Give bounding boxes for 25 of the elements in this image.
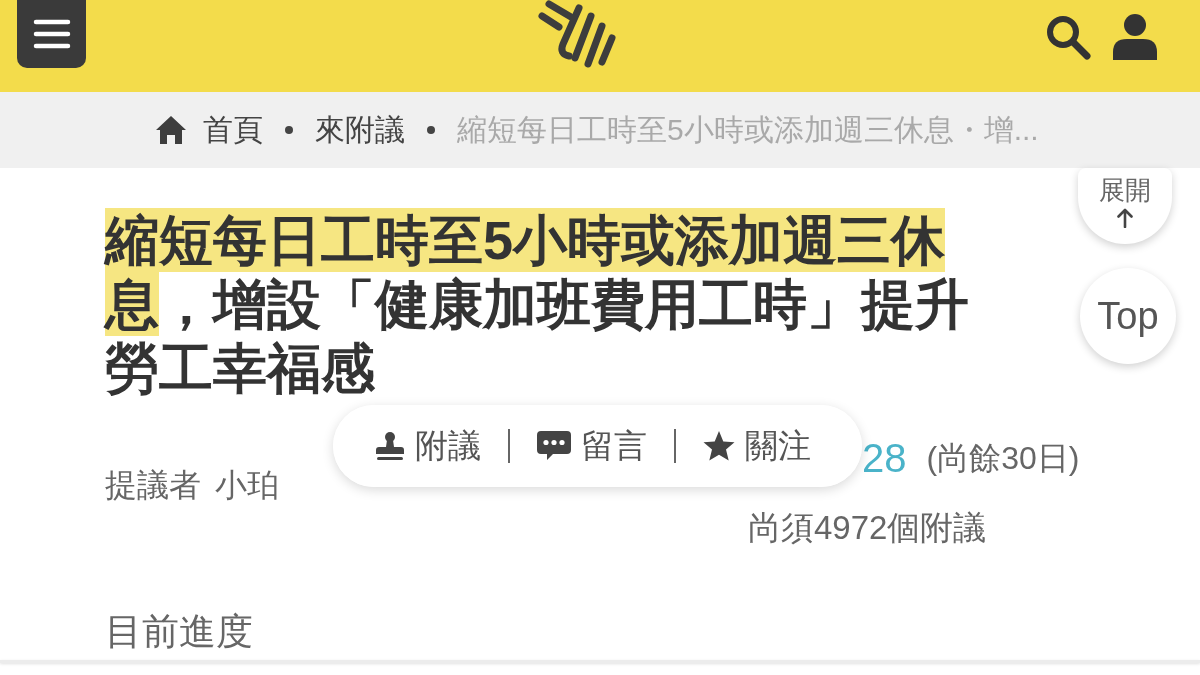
menu-icon	[32, 19, 71, 49]
user-button[interactable]	[1113, 14, 1157, 60]
proposer-name: 小珀	[215, 466, 279, 505]
star-icon	[703, 430, 735, 462]
stamp-icon	[375, 431, 405, 461]
endorsement-count: 28	[862, 435, 907, 482]
search-button[interactable]	[1045, 14, 1091, 60]
follow-button[interactable]: 關注	[703, 424, 811, 468]
progress-heading: 目前進度	[105, 610, 253, 654]
menu-button[interactable]	[17, 0, 86, 68]
breadcrumb-current: 縮短每日工時至5小時或添加週三休息・增...	[457, 112, 1039, 148]
arrow-up-icon	[1117, 208, 1133, 228]
breadcrumb-link[interactable]: 首頁	[155, 110, 263, 150]
endorsements-needed: 尚須4972個附議	[748, 508, 987, 548]
comment-icon	[537, 431, 571, 461]
search-icon	[1045, 14, 1091, 60]
days-remaining: (尚餘30日)	[926, 439, 1080, 478]
proposer-label: 提議者	[105, 466, 201, 505]
back-to-top-button[interactable]: Top	[1080, 268, 1176, 364]
expand-button[interactable]: 展開	[1078, 168, 1172, 244]
breadcrumb-link[interactable]: 來附議	[315, 110, 405, 150]
endorse-button[interactable]: 附議	[375, 424, 481, 468]
user-icon	[1113, 14, 1157, 60]
comment-button[interactable]: 留言	[537, 424, 647, 468]
home-icon	[155, 115, 187, 145]
